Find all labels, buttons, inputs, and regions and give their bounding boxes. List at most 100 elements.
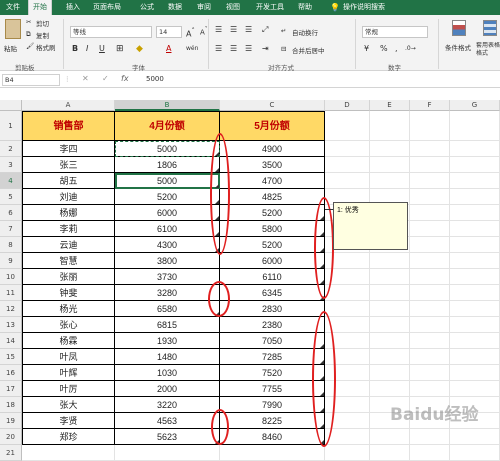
cell[interactable] (325, 285, 370, 301)
row-header-13[interactable]: 13 (0, 317, 22, 333)
table-cell[interactable]: 张心 (22, 317, 115, 333)
table-cell[interactable]: 8460 (220, 429, 325, 445)
row-header-12[interactable]: 12 (0, 301, 22, 317)
row-header-16[interactable]: 16 (0, 365, 22, 381)
column-header-b[interactable]: B (115, 100, 220, 111)
tab-insert[interactable]: 插入 (66, 0, 80, 15)
cell[interactable] (325, 111, 370, 141)
shrink-font-icon[interactable]: A˅ (200, 27, 208, 36)
cell[interactable] (22, 445, 115, 461)
tab-view[interactable]: 视图 (226, 0, 240, 15)
align-top-icon[interactable]: ☰ (215, 25, 222, 35)
cell[interactable] (410, 445, 450, 461)
orientation-icon[interactable]: ⤢ (262, 25, 268, 35)
cell[interactable] (325, 173, 370, 189)
tab-review[interactable]: 审阅 (197, 0, 211, 15)
cell[interactable] (450, 157, 500, 173)
table-cell[interactable]: 6000 (220, 253, 325, 269)
grow-font-icon[interactable]: A˄ (186, 27, 195, 39)
cell[interactable] (370, 333, 410, 349)
row-header-18[interactable]: 18 (0, 397, 22, 413)
table-cell[interactable]: 钟斐 (22, 285, 115, 301)
font-color-icon[interactable]: A (166, 44, 171, 54)
tab-help[interactable]: 帮助 (298, 0, 312, 15)
table-cell[interactable]: 李贤 (22, 413, 115, 429)
cell[interactable] (410, 173, 450, 189)
row-header-7[interactable]: 7 (0, 221, 22, 237)
cell[interactable] (325, 429, 370, 445)
cell[interactable] (410, 317, 450, 333)
table-cell[interactable]: 叶凤 (22, 349, 115, 365)
row-header-10[interactable]: 10 (0, 269, 22, 285)
table-cell[interactable]: 7285 (220, 349, 325, 365)
table-cell[interactable]: 张丽 (22, 269, 115, 285)
table-cell[interactable]: 5200 (220, 205, 325, 221)
table-header-cell[interactable]: 销售部 (22, 111, 115, 141)
table-cell[interactable]: 3500 (220, 157, 325, 173)
enter-icon[interactable]: ✓ (102, 74, 109, 83)
row-header-14[interactable]: 14 (0, 333, 22, 349)
table-cell[interactable]: 6580 (115, 301, 220, 317)
row-header-9[interactable]: 9 (0, 253, 22, 269)
active-cell-border[interactable] (115, 173, 220, 189)
cell[interactable] (325, 157, 370, 173)
cell[interactable] (410, 221, 450, 237)
currency-icon[interactable]: ¥ (364, 44, 369, 54)
cell[interactable] (370, 317, 410, 333)
bold-button[interactable]: B (72, 44, 78, 54)
table-cell[interactable]: 5200 (115, 189, 220, 205)
table-cell[interactable]: 2380 (220, 317, 325, 333)
table-cell[interactable]: 智慧 (22, 253, 115, 269)
table-cell[interactable]: 7050 (220, 333, 325, 349)
table-cell[interactable]: 杨霖 (22, 333, 115, 349)
table-cell[interactable]: 云迪 (22, 237, 115, 253)
tab-formulas[interactable]: 公式 (140, 0, 154, 15)
cell[interactable] (370, 365, 410, 381)
cell[interactable] (450, 173, 500, 189)
table-cell[interactable]: 8225 (220, 413, 325, 429)
cell[interactable] (450, 221, 500, 237)
align-center-icon[interactable]: ☰ (230, 44, 237, 54)
cell[interactable] (450, 237, 500, 253)
table-cell[interactable]: 郑珍 (22, 429, 115, 445)
row-header-15[interactable]: 15 (0, 349, 22, 365)
table-format-icon[interactable] (483, 20, 497, 36)
cell[interactable] (410, 285, 450, 301)
cell[interactable] (370, 269, 410, 285)
align-middle-icon[interactable]: ☰ (230, 25, 237, 35)
merge-center-button[interactable]: 合并后居中 (292, 45, 325, 55)
font-name-select[interactable]: 等线 (70, 26, 152, 38)
more-options-icon[interactable]: ⋮ (64, 75, 71, 83)
table-cell[interactable]: 3220 (115, 397, 220, 413)
cell[interactable] (450, 317, 500, 333)
paste-button[interactable]: 粘贴 (4, 43, 17, 53)
comment-box[interactable]: 1: 优秀 (333, 202, 408, 250)
tab-home[interactable]: 开始 (28, 0, 52, 15)
comma-button[interactable]: , (395, 44, 398, 54)
wrap-text-button[interactable]: 自动换行 (292, 27, 318, 37)
fill-color-icon[interactable]: ◆ (136, 44, 143, 54)
number-format-select[interactable]: 常规 (362, 26, 428, 38)
tab-page-layout[interactable]: 页面布局 (93, 0, 121, 15)
column-header-g[interactable]: G (450, 100, 500, 111)
table-cell[interactable]: 1480 (115, 349, 220, 365)
tab-file[interactable]: 文件 (6, 0, 20, 15)
table-cell[interactable]: 1806 (115, 157, 220, 173)
table-cell[interactable]: 5200 (220, 237, 325, 253)
cell[interactable] (410, 111, 450, 141)
table-cell[interactable]: 5800 (220, 221, 325, 237)
table-cell[interactable]: 6100 (115, 221, 220, 237)
cell[interactable] (370, 285, 410, 301)
format-painter-icon[interactable]: 🖌 (26, 42, 34, 50)
cell[interactable] (410, 301, 450, 317)
cell[interactable] (450, 381, 500, 397)
copy-button[interactable]: 复制 (36, 30, 49, 40)
formula-input[interactable]: 5000 (146, 75, 164, 83)
cell[interactable] (325, 141, 370, 157)
tab-developer[interactable]: 开发工具 (256, 0, 284, 15)
cell[interactable] (370, 173, 410, 189)
cell[interactable] (370, 111, 410, 141)
cell[interactable] (410, 157, 450, 173)
paste-icon[interactable] (5, 19, 21, 39)
cell[interactable] (410, 189, 450, 205)
